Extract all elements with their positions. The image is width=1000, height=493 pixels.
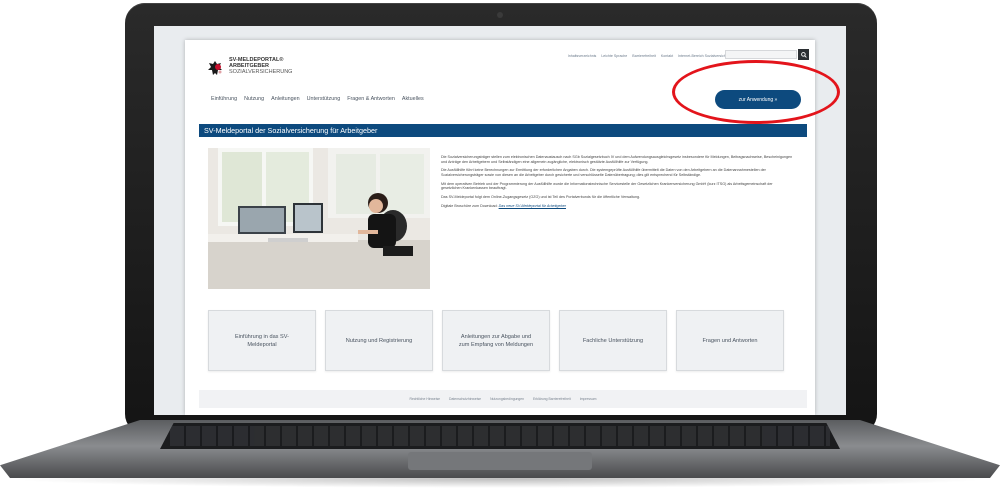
tile-usage-registration[interactable]: Nutzung und Registrierung [325, 310, 433, 371]
tile-introduction[interactable]: Einführung in das SV-Meldeportal [208, 310, 316, 371]
intro-text: Die Sozialversicherungsträger stellen zu… [441, 155, 793, 213]
laptop-keyboard [160, 423, 840, 449]
logo-eagle-icon [208, 61, 222, 75]
office-photo [208, 148, 430, 289]
page-title-banner: SV-Meldeportal der Sozialversicherung fü… [199, 124, 807, 137]
webcam [497, 12, 503, 18]
footer-link-terms[interactable]: Nutzungsbedingungen [490, 397, 524, 401]
page-title: SV-Meldeportal der Sozialversicherung fü… [204, 126, 378, 135]
intro-paragraph: Das SV-Meldeportal folgt dem Online-Zuga… [441, 195, 641, 200]
nav-item-faq[interactable]: Fragen & Antworten [347, 96, 395, 102]
nav-item-anleitungen[interactable]: Anleitungen [271, 96, 299, 102]
laptop-trackpad [408, 452, 592, 470]
tile-support[interactable]: Fachliche Unterstützung [559, 310, 667, 371]
footer-link-accessibility[interactable]: Erklärung Barrierefreiheit [533, 397, 571, 401]
tile-instructions[interactable]: Anleitungen zur Abgabe und zum Empfang v… [442, 310, 550, 371]
meta-link-easy-language[interactable]: Leichte Sprache [601, 54, 627, 58]
main-navigation: Einführung Nutzung Anleitungen Unterstüt… [211, 96, 424, 102]
meta-navigation: Inhaltsverzeichnis Leichte Sprache Barri… [568, 54, 735, 58]
tile-faq[interactable]: Fragen und Antworten [676, 310, 784, 371]
search-icon [800, 51, 807, 58]
nav-item-einfuehrung[interactable]: Einführung [211, 96, 237, 102]
footer: Rechtliche Hinweise Datenschutzhinweise … [199, 390, 807, 408]
nav-item-aktuelles[interactable]: Aktuelles [402, 96, 424, 102]
brochure-download-link[interactable]: Das neue SV-Meldeportal für Arbeitgeber [499, 204, 566, 208]
highlight-circle [672, 60, 840, 124]
meta-link-toc[interactable]: Inhaltsverzeichnis [568, 54, 597, 58]
search-input[interactable] [725, 50, 797, 59]
meta-link-contact[interactable]: Kontakt [661, 54, 673, 58]
nav-item-unterstuetzung[interactable]: Unterstützung [307, 96, 341, 102]
nav-item-nutzung[interactable]: Nutzung [244, 96, 264, 102]
intro-paragraph: Mit dem operativen Betrieb und der Progr… [441, 181, 773, 191]
intro-paragraph: Die Sozialversicherungsträger stellen zu… [441, 155, 793, 164]
footer-link-legal[interactable]: Rechtliche Hinweise [410, 397, 441, 401]
logo-line-3: SOZIALVERSICHERUNG [229, 69, 293, 75]
brochure-label: Digitale Broschüre zum Download: [441, 203, 498, 208]
brochure-paragraph: Digitale Broschüre zum Download: Das neu… [441, 204, 793, 209]
intro-paragraph: Die Ausfüllhilfe führt keine Berechnunge… [441, 168, 766, 177]
footer-link-privacy[interactable]: Datenschutzhinweise [449, 397, 481, 401]
logo[interactable]: SV-MELDEPORTAL® ARBEITGEBER SOZIALVERSIC… [229, 57, 292, 75]
meta-link-accessibility[interactable]: Barrierefreiheit [632, 54, 656, 58]
topic-tiles: Einführung in das SV-Meldeportal Nutzung… [208, 310, 784, 371]
search-button[interactable] [798, 49, 809, 60]
footer-link-imprint[interactable]: Impressum [580, 397, 597, 401]
